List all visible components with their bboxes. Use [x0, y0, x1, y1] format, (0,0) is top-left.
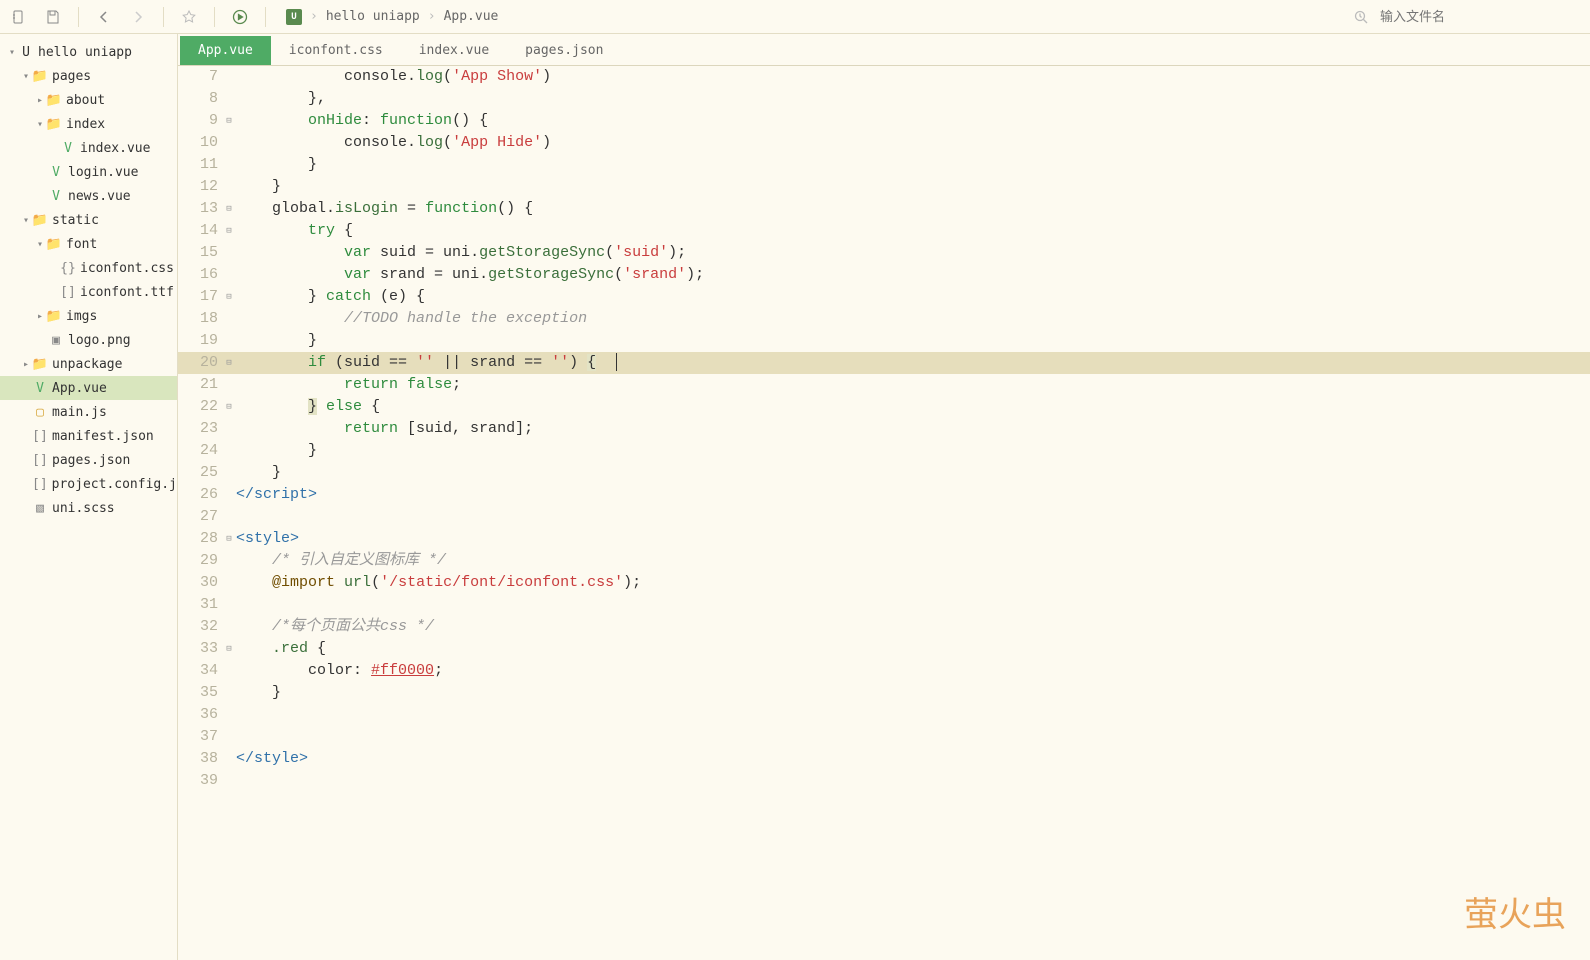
run-icon[interactable] [231, 8, 249, 26]
tree-label: App.vue [52, 381, 107, 396]
tree-label: uni.scss [52, 501, 115, 516]
tree-file-main-js[interactable]: ▢ main.js [0, 400, 177, 424]
tree-folder-about[interactable]: ▸📁about [0, 88, 177, 112]
vue-file-icon: V [32, 381, 48, 396]
tree-label: news.vue [68, 189, 131, 204]
json-file-icon: [] [32, 477, 48, 492]
tree-label: iconfont.css [80, 261, 174, 276]
tree-label: imgs [66, 309, 97, 324]
save-icon[interactable] [44, 8, 62, 26]
css-file-icon: {} [60, 261, 76, 276]
project-badge-icon: U [18, 45, 34, 60]
breadcrumb-file[interactable]: App.vue [444, 9, 499, 24]
image-file-icon: ▣ [48, 333, 64, 348]
tree-label: index.vue [80, 141, 150, 156]
folder-icon: 📁 [46, 237, 62, 252]
tree-folder-imgs[interactable]: ▸📁imgs [0, 304, 177, 328]
scss-file-icon: ▧ [32, 501, 48, 516]
separator [163, 7, 164, 27]
tree-file-project-config[interactable]: [] project.config.json [0, 472, 177, 496]
tree-file-iconfont-css[interactable]: {} iconfont.css [0, 256, 177, 280]
tree-label: static [52, 213, 99, 228]
tree-label: manifest.json [52, 429, 154, 444]
fold-column: ⊟⊟⊟⊟⊟⊟⊟⊟ [222, 66, 236, 960]
editor-tabs: App.vue iconfont.css index.vue pages.jso… [178, 34, 1590, 66]
tree-file-iconfont-ttf[interactable]: [] iconfont.ttf [0, 280, 177, 304]
tree-file-uni-scss[interactable]: ▧ uni.scss [0, 496, 177, 520]
tree-root[interactable]: ▾Uhello uniapp [0, 40, 177, 64]
tree-label: unpackage [52, 357, 122, 372]
tab-pages-json[interactable]: pages.json [507, 36, 621, 65]
folder-icon: 📁 [32, 357, 48, 372]
tree-label: iconfont.ttf [80, 285, 174, 300]
tree-label: pages.json [52, 453, 130, 468]
json-file-icon: [] [32, 453, 48, 468]
separator [214, 7, 215, 27]
vue-file-icon: V [48, 189, 64, 204]
file-explorer: ▾Uhello uniapp ▾📁pages ▸📁about ▾📁index V… [0, 34, 178, 960]
folder-icon: 📁 [46, 117, 62, 132]
folder-icon: 📁 [32, 69, 48, 84]
tree-file-manifest-json[interactable]: [] manifest.json [0, 424, 177, 448]
chevron-right-icon: › [310, 9, 318, 24]
tree-file-news-vue[interactable]: Vnews.vue [0, 184, 177, 208]
tree-file-index-vue[interactable]: Vindex.vue [0, 136, 177, 160]
device-icon[interactable] [10, 8, 28, 26]
editor-area: App.vue iconfont.css index.vue pages.jso… [178, 34, 1590, 960]
vue-file-icon: V [48, 165, 64, 180]
tree-label: login.vue [68, 165, 138, 180]
tree-folder-font[interactable]: ▾📁font [0, 232, 177, 256]
font-file-icon: [] [60, 285, 76, 300]
js-file-icon: ▢ [32, 405, 48, 420]
json-file-icon: [] [32, 429, 48, 444]
tab-index-vue[interactable]: index.vue [401, 36, 507, 65]
forward-icon[interactable] [129, 8, 147, 26]
tree-file-app-vue[interactable]: V App.vue [0, 376, 177, 400]
tree-label: about [66, 93, 105, 108]
breadcrumb-project[interactable]: hello uniapp [326, 9, 420, 24]
line-number-gutter: 7891011121314151617181920212223242526272… [178, 66, 222, 960]
tab-app-vue[interactable]: App.vue [180, 36, 271, 65]
tree-folder-index[interactable]: ▾📁index [0, 112, 177, 136]
code-editor[interactable]: 7891011121314151617181920212223242526272… [178, 66, 1590, 960]
vue-file-icon: V [60, 141, 76, 156]
star-icon[interactable] [180, 8, 198, 26]
separator [78, 7, 79, 27]
tree-label: font [66, 237, 97, 252]
file-search-input[interactable] [1380, 9, 1580, 24]
folder-icon: 📁 [32, 213, 48, 228]
tree-label: pages [52, 69, 91, 84]
search-area [1352, 8, 1580, 26]
separator [265, 7, 266, 27]
back-icon[interactable] [95, 8, 113, 26]
chevron-right-icon: › [428, 9, 436, 24]
breadcrumb: U › hello uniapp › App.vue [286, 9, 498, 25]
code-lines: console.log('App Show') }, onHide: funct… [236, 66, 1590, 960]
tree-file-pages-json[interactable]: [] pages.json [0, 448, 177, 472]
tree-label: index [66, 117, 105, 132]
tree-label: hello uniapp [38, 45, 132, 60]
tree-folder-unpackage[interactable]: ▸📁unpackage [0, 352, 177, 376]
project-badge-icon: U [286, 9, 302, 25]
folder-icon: 📁 [46, 309, 62, 324]
toolbar: U › hello uniapp › App.vue [0, 0, 1590, 34]
tree-file-logo-png[interactable]: ▣ logo.png [0, 328, 177, 352]
tree-label: project.config.json [52, 477, 178, 492]
search-icon[interactable] [1352, 8, 1370, 26]
tree-label: main.js [52, 405, 107, 420]
tree-label: logo.png [68, 333, 131, 348]
tree-file-login-vue[interactable]: Vlogin.vue [0, 160, 177, 184]
tree-folder-static[interactable]: ▾📁static [0, 208, 177, 232]
tab-iconfont-css[interactable]: iconfont.css [271, 36, 401, 65]
tree-folder-pages[interactable]: ▾📁pages [0, 64, 177, 88]
folder-icon: 📁 [46, 93, 62, 108]
